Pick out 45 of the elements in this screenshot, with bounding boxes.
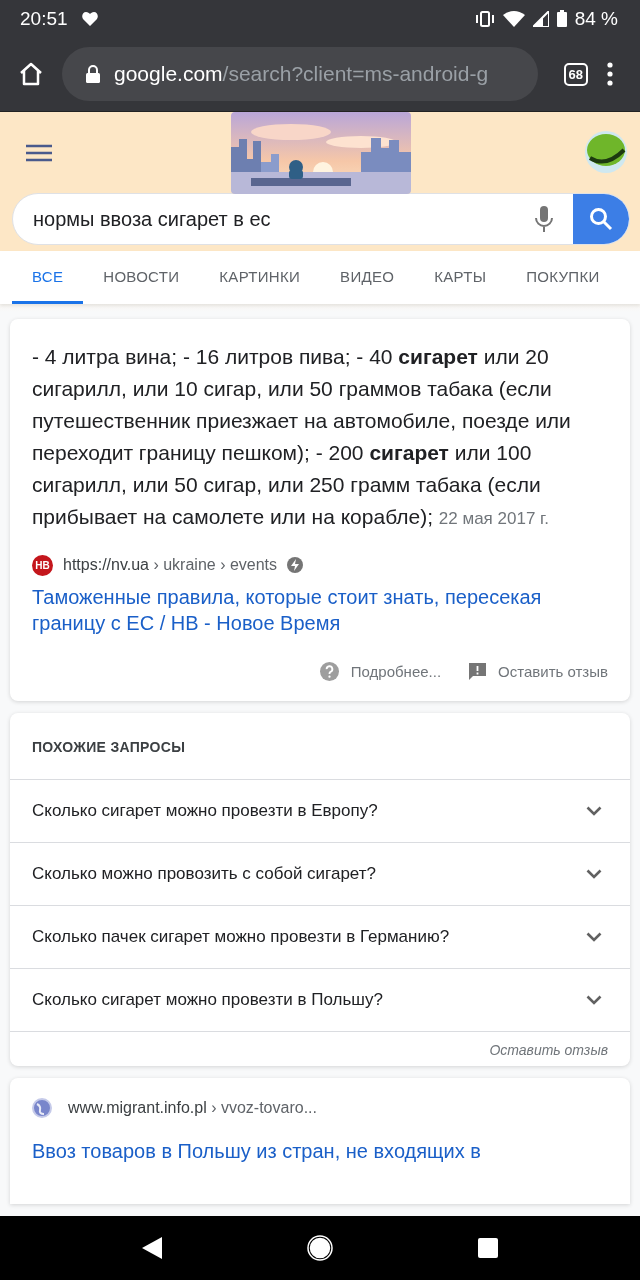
feedback-link[interactable]: Оставить отзыв xyxy=(489,1042,608,1058)
search-tab[interactable]: НОВОСТИ xyxy=(83,251,200,304)
globe-icon xyxy=(32,1098,52,1118)
search-tab[interactable]: КАРТИНКИ xyxy=(199,251,321,304)
vibrate-icon xyxy=(474,10,495,27)
result-link[interactable]: Ввоз товаров в Польшу из стран, не входящих в xyxy=(32,1138,608,1164)
signal-icon xyxy=(532,10,549,27)
search-tab[interactable]: ПОКУПКИ xyxy=(506,251,620,304)
related-question[interactable]: Сколько сигарет можно провезти в Европу? xyxy=(10,779,630,842)
related-question[interactable]: Сколько сигарет можно провезти в Польшу? xyxy=(10,968,630,1031)
search-field[interactable]: нормы ввоза сигарет в ес xyxy=(12,193,630,246)
result-url: https://nv.ua › ukraine › events xyxy=(63,556,278,575)
snippet-text: - 4 литра вина; - 16 литров пива; - 40 сигарет или 20 сигарилл, или 10 сигар, или 50 граммов табака (если путешественник приезжает на автомобиле, поезде или переходит границу пешком); - 200 сигарет или 100 сигарилл, или 50 сигар, или 250 грамм табака (если прибывает на самолете или на корабле); 22 мая 2017 г. xyxy=(32,344,572,530)
recents-icon[interactable] xyxy=(477,1238,498,1258)
address-bar[interactable]: google.com/search?client=ms-android-g xyxy=(62,47,538,101)
more-info-link[interactable]: Подробнее... xyxy=(319,662,442,681)
home-icon[interactable] xyxy=(18,61,44,87)
related-heading: ПОХОЖИЕ ЗАПРОСЫ xyxy=(31,738,187,757)
heart-icon xyxy=(81,11,98,26)
help-icon xyxy=(319,662,339,681)
search-icon xyxy=(589,207,613,232)
result-url: www.migrant.info.pl › vvoz-tovaro... xyxy=(68,1099,317,1117)
battery-icon xyxy=(556,10,567,27)
microphone-icon[interactable] xyxy=(535,206,553,233)
wifi-icon xyxy=(502,10,525,27)
related-question[interactable]: Сколько можно провозить с собой сигарет? xyxy=(10,842,630,905)
status-time: 20:51 xyxy=(20,7,68,30)
search-tab[interactable]: КАРТЫ xyxy=(414,251,507,304)
feedback-icon xyxy=(469,663,487,680)
lightning-icon xyxy=(287,557,304,574)
home-button-icon[interactable] xyxy=(307,1235,333,1261)
back-icon[interactable] xyxy=(142,1237,163,1259)
result-link[interactable]: Таможенные правила, которые стоит знать, пересекая границу с ЕС / НВ - Новое Время xyxy=(32,584,608,636)
search-button[interactable] xyxy=(573,194,629,245)
more-icon[interactable] xyxy=(606,62,614,86)
search-tab[interactable]: ВСЕ xyxy=(12,251,84,304)
search-tab[interactable]: ВИДЕО xyxy=(320,251,415,304)
tab-count-button[interactable]: 68 xyxy=(563,62,588,86)
menu-icon[interactable] xyxy=(26,143,52,162)
battery-percent: 84 % xyxy=(574,7,618,30)
lock-icon xyxy=(86,65,100,83)
avatar[interactable] xyxy=(584,129,628,174)
site-logo: НВ xyxy=(32,555,53,576)
feedback-link[interactable]: Оставить отзыв xyxy=(469,662,608,681)
related-question[interactable]: Сколько пачек сигарет можно провезти в Германию? xyxy=(10,905,630,968)
